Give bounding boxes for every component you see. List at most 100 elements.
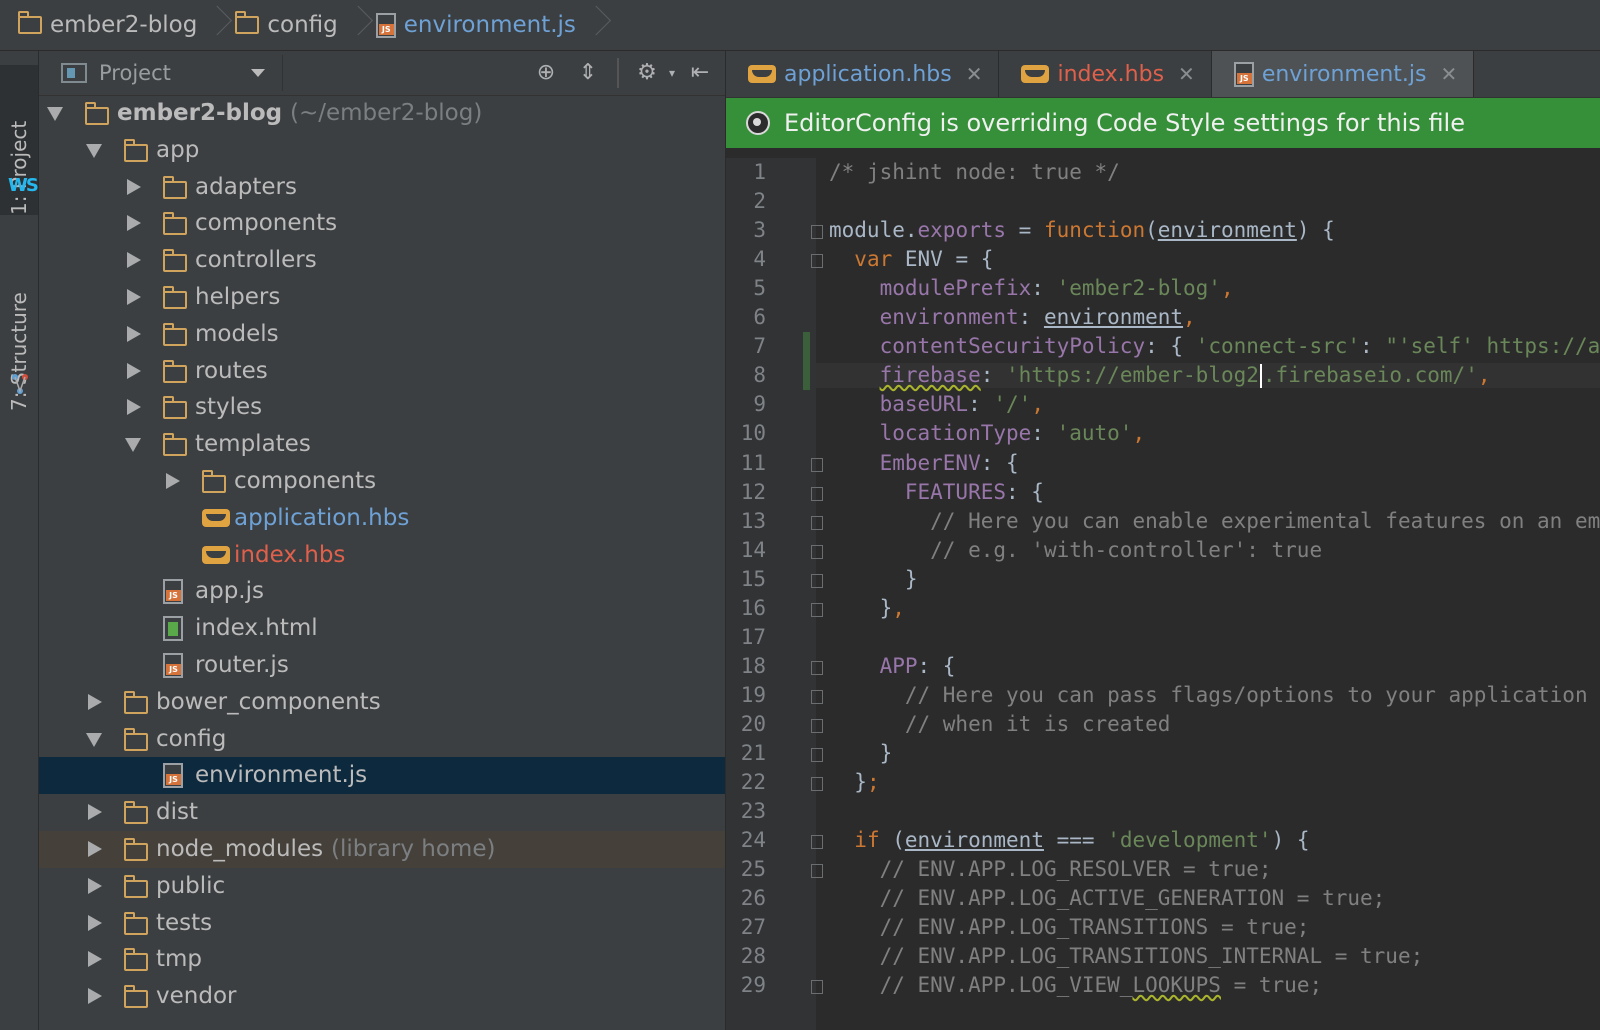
tree-row[interactable]: public (39, 868, 725, 905)
scroll-from-source-icon[interactable]: ⊕ (532, 59, 560, 87)
change-marker[interactable] (803, 332, 810, 362)
fold-marker-icon[interactable] (811, 225, 823, 240)
chevron-down-icon[interactable] (251, 69, 265, 77)
collapse-all-icon[interactable]: ⇕ (574, 59, 602, 87)
collapse-arrow-icon[interactable] (127, 289, 141, 305)
tab-environment-js[interactable]: environment.js ✕ (1211, 51, 1475, 97)
tree-row[interactable]: environment.js (39, 757, 725, 795)
collapse-arrow-icon[interactable] (88, 988, 102, 1005)
close-icon[interactable]: ✕ (966, 62, 983, 86)
tree-row[interactable]: styles (39, 389, 725, 426)
expand-arrow-icon[interactable] (125, 438, 141, 453)
line-number: 24 (740, 828, 766, 853)
code-token: // e.g. 'with-controller': true (930, 537, 1323, 562)
tree-row[interactable]: index.hbs (39, 537, 725, 574)
tree-row[interactable]: ember2-blog (~/ember2-blog) (39, 95, 725, 132)
tree-row[interactable]: dist (39, 794, 725, 831)
close-icon[interactable]: ✕ (1178, 62, 1195, 86)
tab-application-hbs[interactable]: application.hbs ✕ (726, 51, 1000, 97)
tree-item-hint: (library home) (331, 836, 496, 862)
collapse-arrow-icon[interactable] (88, 693, 102, 710)
tree-row[interactable]: bower_components (39, 684, 725, 721)
tree-row[interactable]: application.hbs (39, 500, 725, 537)
breadcrumb-item[interactable]: environment.js (358, 0, 576, 50)
fold-marker-icon[interactable] (811, 602, 823, 617)
tree-row[interactable]: app (39, 132, 725, 169)
tab-index-hbs[interactable]: index.hbs ✕ (999, 51, 1212, 97)
header-separator (617, 58, 619, 88)
tree-row[interactable]: vendor (39, 978, 725, 1015)
tree-row[interactable]: adapters (39, 169, 725, 206)
code-token: , (1220, 276, 1234, 301)
breadcrumb-item[interactable]: config (217, 0, 338, 50)
fold-marker-icon[interactable] (811, 718, 823, 733)
tree-row[interactable]: router.js (39, 647, 725, 684)
collapse-arrow-icon[interactable] (127, 178, 141, 195)
expand-arrow-icon[interactable] (86, 732, 102, 747)
expand-arrow-icon[interactable] (47, 107, 63, 121)
change-marker[interactable] (803, 361, 810, 391)
collapse-arrow-icon[interactable] (88, 841, 102, 857)
tree-row[interactable]: components (39, 205, 725, 242)
close-icon[interactable]: ✕ (1441, 62, 1458, 86)
tree-row[interactable]: models (39, 316, 725, 353)
breadcrumb-item[interactable]: ember2-blog (0, 0, 197, 50)
code-token: : (968, 392, 994, 417)
project-view-selector[interactable]: Project (99, 61, 171, 85)
fold-marker-icon[interactable] (811, 748, 823, 762)
code-token: : (1018, 305, 1044, 330)
js-file-icon (375, 12, 396, 38)
collapse-arrow-icon[interactable] (166, 473, 180, 489)
fold-marker-icon[interactable] (811, 980, 823, 995)
tree-row[interactable]: tmp (39, 941, 725, 978)
gear-dropdown-icon[interactable]: ▾ (658, 59, 686, 87)
code-token: function (1043, 218, 1146, 243)
collapse-arrow-icon[interactable] (127, 325, 141, 342)
fold-marker-icon[interactable] (811, 486, 823, 501)
code-editor[interactable]: 1 2 3 4 5 6 7 8 9 10 11 12 13 14 15 16 17 18 19 20 21 22 23 24 2… (726, 158, 1600, 1030)
collapse-arrow-icon[interactable] (88, 951, 102, 968)
collapse-arrow-icon[interactable] (127, 362, 141, 379)
fold-marker-icon[interactable] (811, 544, 823, 559)
fold-marker-icon[interactable] (811, 515, 823, 530)
tree-item-label: app (156, 136, 200, 163)
tree-row[interactable]: templates (39, 426, 725, 463)
tree-row[interactable]: components (39, 463, 725, 500)
fold-marker-icon[interactable] (811, 835, 823, 850)
tree-row[interactable]: config (39, 721, 725, 758)
collapse-arrow-icon[interactable] (88, 804, 102, 821)
fold-marker-icon[interactable] (811, 864, 823, 879)
fold-marker-icon[interactable] (811, 777, 823, 792)
fold-marker-icon[interactable] (811, 254, 823, 269)
expand-arrow-icon[interactable] (86, 143, 102, 158)
tree-row[interactable]: routes (39, 353, 725, 390)
code-token: 'ember2-blog' (1056, 276, 1221, 301)
code-line: environment: environment, (829, 305, 1196, 329)
collapse-arrow-icon[interactable] (127, 399, 141, 416)
fold-marker-icon[interactable] (811, 660, 823, 675)
code-token: '/' (993, 392, 1032, 417)
tree-item-label: vendor (156, 983, 237, 1010)
fold-marker-icon[interactable] (811, 573, 823, 588)
tree-row[interactable]: app.js (39, 573, 725, 610)
tree-row[interactable]: controllers (39, 242, 725, 279)
collapse-arrow-icon[interactable] (88, 877, 102, 894)
fold-marker-icon[interactable] (811, 457, 823, 472)
code-token: var (854, 247, 893, 272)
tree-row[interactable]: index.html (39, 610, 725, 647)
code-token: = (1006, 218, 1044, 243)
fold-marker-icon[interactable] (811, 689, 823, 704)
collapse-arrow-icon[interactable] (127, 215, 141, 232)
gear-icon[interactable]: ⚙ (633, 59, 661, 87)
collapse-arrow-icon[interactable] (127, 252, 141, 269)
hide-panel-icon[interactable]: ⇤ (686, 59, 714, 87)
tree-row[interactable]: tests (39, 905, 725, 942)
tree-row[interactable]: node_modules (library home) (39, 831, 725, 868)
tree-row[interactable]: helpers (39, 279, 725, 316)
code-line: } (829, 567, 918, 591)
line-number-gutter[interactable]: 1 2 3 4 5 6 7 8 9 10 11 12 13 14 15 16 17 18 19 20 21 22 23 24 2… (726, 158, 823, 1030)
collapse-arrow-icon[interactable] (88, 914, 102, 931)
